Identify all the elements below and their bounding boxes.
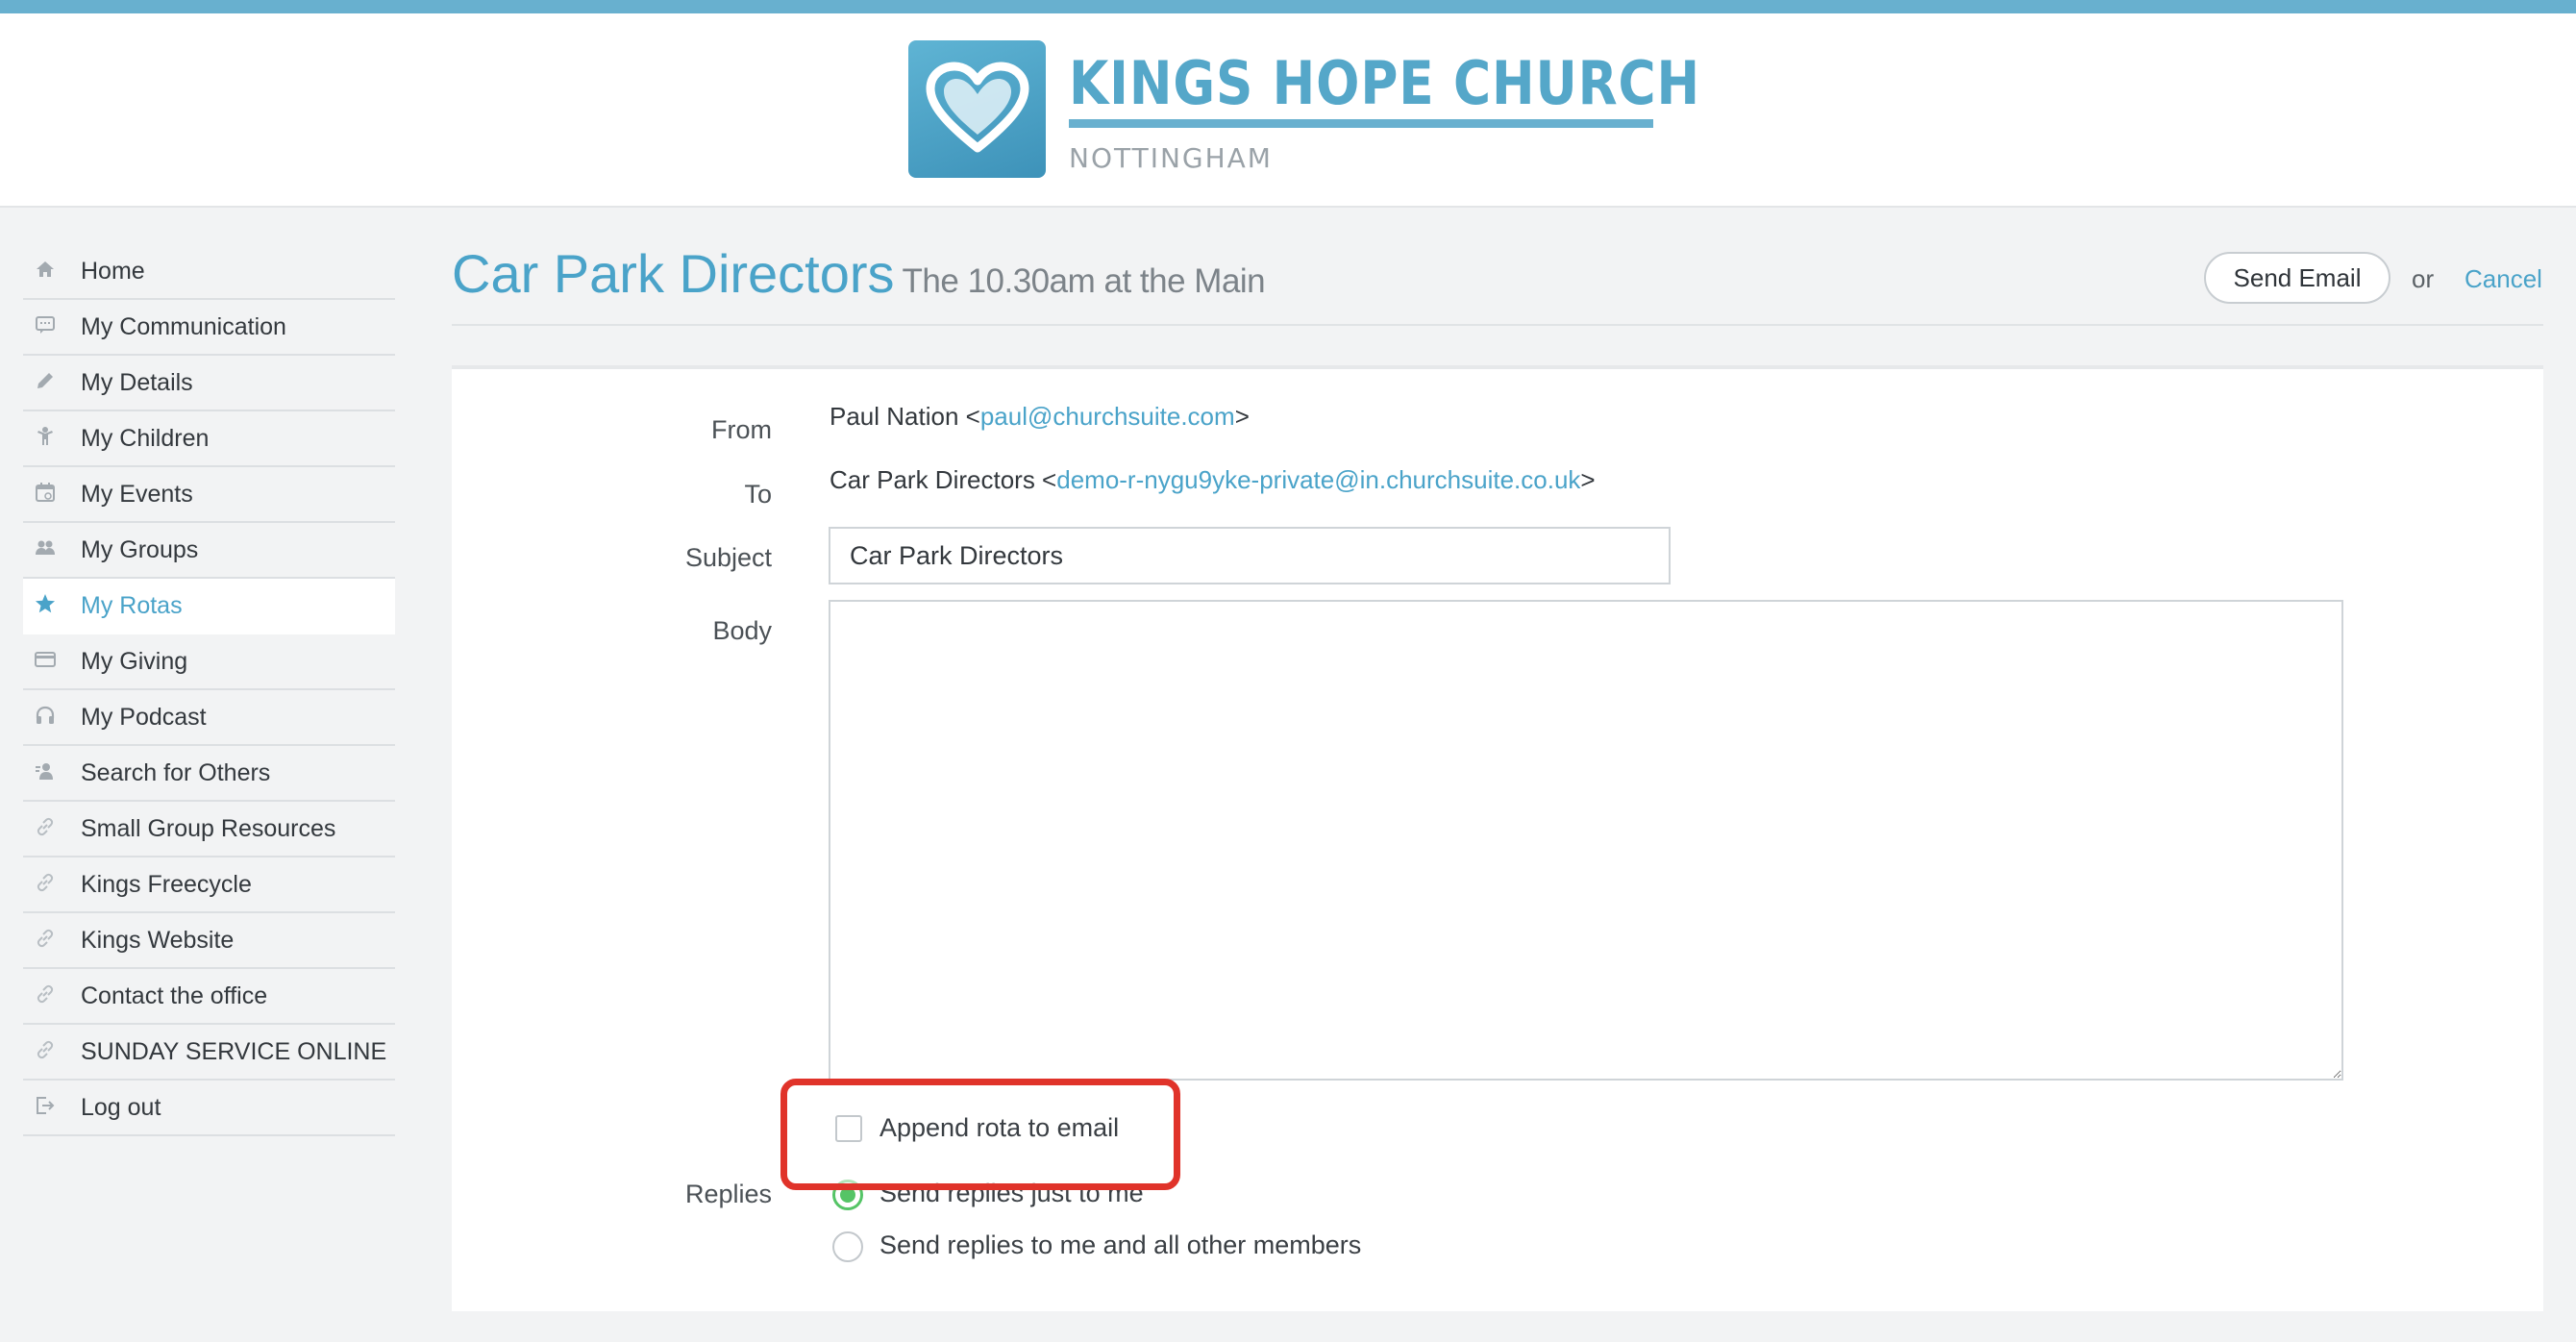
sidebar-item-my-details[interactable]: My Details bbox=[23, 356, 395, 411]
sidebar-item-contact-the-office[interactable]: Contact the office bbox=[23, 969, 395, 1025]
top-accent-bar bbox=[0, 0, 2576, 13]
sidebar-nav: Home My Communication My Details My Chil… bbox=[23, 244, 395, 1136]
cancel-link[interactable]: Cancel bbox=[2465, 264, 2542, 294]
to-email-link[interactable]: demo-r-nygu9yke-private@in.churchsuite.c… bbox=[1056, 465, 1580, 494]
child-icon bbox=[33, 426, 58, 451]
title-divider bbox=[452, 324, 2543, 326]
sidebar-item-label: Kings Freecycle bbox=[81, 870, 252, 898]
body-label: Body bbox=[712, 616, 772, 645]
or-separator: or bbox=[2412, 264, 2435, 293]
reply-all-members-label[interactable]: Send replies to me and all other members bbox=[879, 1230, 1361, 1260]
link-icon bbox=[33, 872, 58, 897]
logout-icon bbox=[33, 1095, 58, 1120]
sidebar-item-label: Log out bbox=[81, 1093, 161, 1121]
sidebar-item-label: My Details bbox=[81, 368, 193, 396]
page-title: Car Park Directors The 10.30am at the Mai… bbox=[452, 242, 1266, 305]
send-email-button[interactable]: Send Email bbox=[2204, 252, 2390, 304]
sidebar-item-label: Home bbox=[81, 257, 145, 285]
body-textarea[interactable] bbox=[829, 600, 2343, 1081]
page-subtitle: The 10.30am at the Main bbox=[902, 262, 1266, 300]
link-icon bbox=[33, 1039, 58, 1064]
from-name: Paul Nation < bbox=[830, 402, 980, 431]
calendar-icon bbox=[33, 482, 58, 507]
link-icon bbox=[33, 983, 58, 1008]
star-icon bbox=[33, 593, 58, 618]
replies-label: Replies bbox=[684, 1180, 772, 1208]
sidebar-item-label: My Events bbox=[81, 480, 193, 508]
sidebar-item-small-group-resources[interactable]: Small Group Resources bbox=[23, 802, 395, 857]
sidebar-item-my-groups[interactable]: My Groups bbox=[23, 523, 395, 579]
group-icon bbox=[33, 537, 58, 562]
sidebar-item-my-children[interactable]: My Children bbox=[23, 411, 395, 467]
sidebar-item-label: My Groups bbox=[81, 535, 199, 563]
subject-label: Subject bbox=[684, 543, 772, 572]
sidebar-item-kings-website[interactable]: Kings Website bbox=[23, 913, 395, 969]
brand-location: NOTTINGHAM bbox=[1069, 142, 1273, 174]
pencil-icon bbox=[33, 370, 58, 395]
sidebar-item-label: My Podcast bbox=[81, 703, 207, 731]
brand-divider bbox=[1069, 119, 1653, 128]
append-rota-label[interactable]: Append rota to email bbox=[879, 1113, 1119, 1143]
subject-input[interactable] bbox=[829, 527, 1671, 584]
from-value: Paul Nation <paul@churchsuite.com> bbox=[830, 402, 1250, 432]
card-icon bbox=[33, 649, 58, 674]
headphones-icon bbox=[33, 705, 58, 730]
to-name: Car Park Directors < bbox=[830, 465, 1057, 494]
sidebar-item-label: My Children bbox=[81, 424, 210, 452]
sidebar-item-my-communication[interactable]: My Communication bbox=[23, 300, 395, 356]
people-search-icon bbox=[33, 760, 58, 785]
to-value: Car Park Directors <demo-r-nygu9yke-priv… bbox=[830, 465, 1596, 495]
sidebar-item-label: Search for Others bbox=[81, 758, 271, 786]
page-title-text: Car Park Directors bbox=[452, 243, 895, 304]
from-email-link[interactable]: paul@churchsuite.com bbox=[980, 402, 1235, 431]
sidebar-item-label: SUNDAY SERVICE ONLINE bbox=[81, 1037, 387, 1065]
brand-name[interactable]: KINGS HOPE CHURCH bbox=[1069, 48, 1700, 118]
sidebar-item-my-rotas[interactable]: My Rotas bbox=[23, 579, 395, 634]
sidebar-item-label: Kings Website bbox=[81, 926, 235, 954]
sidebar-item-my-giving[interactable]: My Giving bbox=[23, 634, 395, 690]
link-icon bbox=[33, 816, 58, 841]
to-label: To bbox=[744, 480, 772, 509]
to-close: > bbox=[1580, 465, 1596, 494]
chat-icon bbox=[33, 314, 58, 339]
sidebar-item-log-out[interactable]: Log out bbox=[23, 1081, 395, 1136]
home-icon bbox=[33, 259, 58, 284]
append-rota-checkbox[interactable] bbox=[835, 1115, 862, 1142]
sidebar-item-my-events[interactable]: My Events bbox=[23, 467, 395, 523]
sidebar-item-label: My Rotas bbox=[81, 591, 183, 619]
sidebar-item-search-for-others[interactable]: Search for Others bbox=[23, 746, 395, 802]
from-label: From bbox=[711, 415, 772, 444]
sidebar-item-label: My Giving bbox=[81, 647, 188, 675]
link-icon bbox=[33, 928, 58, 953]
sidebar-item-sunday-service-online[interactable]: SUNDAY SERVICE ONLINE bbox=[23, 1025, 395, 1081]
reply-all-members-radio[interactable] bbox=[832, 1231, 863, 1262]
from-close: > bbox=[1234, 402, 1250, 431]
site-header: KINGS HOPE CHURCH NOTTINGHAM bbox=[0, 13, 2576, 208]
sidebar-item-my-podcast[interactable]: My Podcast bbox=[23, 690, 395, 746]
sidebar-item-kings-freecycle[interactable]: Kings Freecycle bbox=[23, 857, 395, 913]
sidebar-item-label: Contact the office bbox=[81, 982, 268, 1009]
sidebar-item-label: Small Group Resources bbox=[81, 814, 336, 842]
sidebar-item-label: My Communication bbox=[81, 312, 286, 340]
sidebar-item-home[interactable]: Home bbox=[23, 244, 395, 300]
heart-logo-icon[interactable] bbox=[908, 40, 1046, 178]
